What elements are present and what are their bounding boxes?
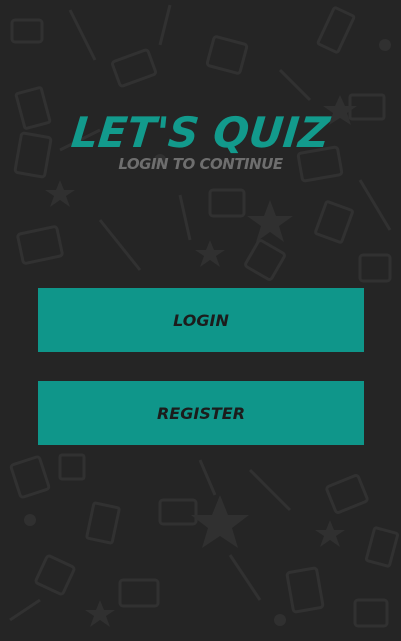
app-title: LET'S QUIZ: [69, 108, 332, 157]
register-button-label: REGISTER: [156, 403, 246, 423]
login-button[interactable]: LOGIN: [38, 288, 364, 352]
login-screen: LET'S QUIZ LOGIN TO CONTINUE LOGIN REGIS…: [0, 0, 401, 641]
register-button[interactable]: REGISTER: [38, 381, 364, 445]
app-subtitle: LOGIN TO CONTINUE: [118, 155, 283, 173]
login-button-label: LOGIN: [173, 310, 229, 330]
